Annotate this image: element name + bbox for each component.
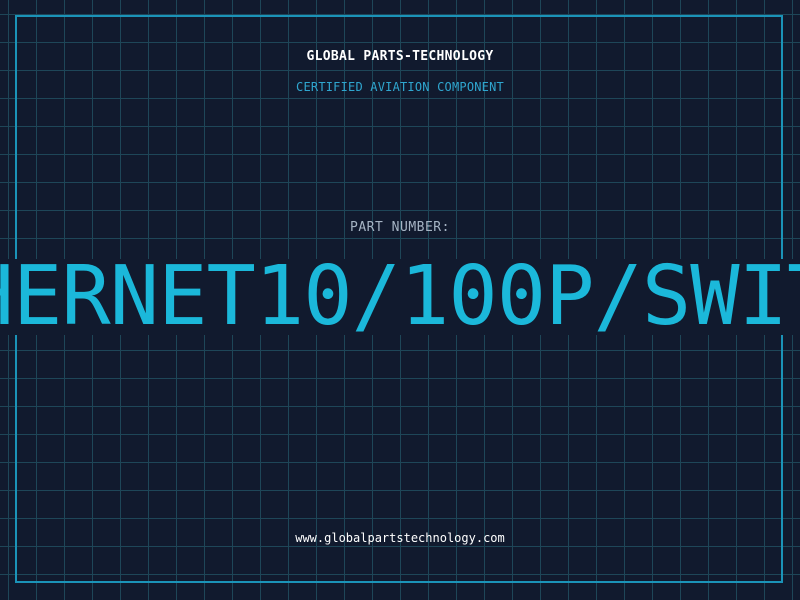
part-number-value: ETHERNET10/100P/SWITCH bbox=[0, 259, 800, 335]
part-number-label: PART NUMBER: bbox=[350, 220, 450, 235]
company-name: GLOBAL PARTS-TECHNOLOGY bbox=[306, 49, 494, 64]
certification-subtitle: CERTIFIED AVIATION COMPONENT bbox=[296, 80, 504, 94]
part-number-band: ETHERNET10/100P/SWITCH bbox=[0, 259, 800, 335]
website-url[interactable]: www.globalpartstechnology.com bbox=[0, 531, 800, 545]
